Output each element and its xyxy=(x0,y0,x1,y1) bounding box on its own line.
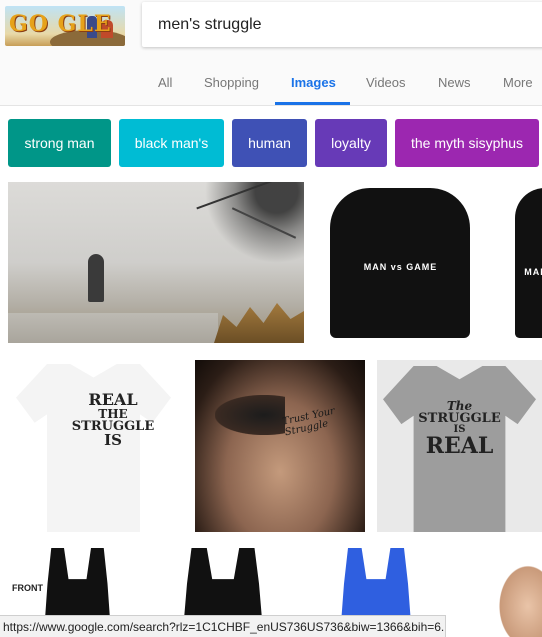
image-tree xyxy=(194,182,304,277)
tee-print-text: The STRUGGLE IS REAL xyxy=(417,400,502,457)
image-road xyxy=(8,313,218,343)
chip-loyalty[interactable]: loyalty xyxy=(315,119,387,167)
image-result-foggy-walker[interactable] xyxy=(8,182,304,343)
chip-black-mans[interactable]: black man's xyxy=(119,119,224,167)
active-tab-indicator xyxy=(275,102,350,105)
tattoo-wing xyxy=(215,395,285,435)
image-result-black-hoodie[interactable]: MAN vs GAME xyxy=(318,182,483,343)
tee-print-line: REAL xyxy=(88,390,138,409)
tee-print-line: IS xyxy=(104,431,122,449)
tank-front-label: FRONT xyxy=(12,583,43,593)
tee-print-line: REAL xyxy=(425,433,494,459)
tab-news[interactable]: News xyxy=(438,75,471,90)
tab-images[interactable]: Images xyxy=(291,75,336,90)
image-person-silhouette xyxy=(88,254,104,302)
tab-all[interactable]: All xyxy=(158,75,172,90)
search-tabs: All Shopping Images Videos News More xyxy=(0,60,542,106)
tab-more[interactable]: More xyxy=(503,75,533,90)
hoodie-print-text: MAN vs GAME xyxy=(363,262,438,272)
tee-print-text: REAL THE STRUGGLE IS xyxy=(68,392,158,448)
image-result-hand-partial[interactable] xyxy=(495,560,542,637)
status-url-bar: https://www.google.com/search?rlz=1C1CHB… xyxy=(0,615,446,637)
search-input[interactable] xyxy=(158,14,538,36)
hoodie-shape xyxy=(515,188,542,338)
image-result-white-tee[interactable]: REAL THE STRUGGLE IS xyxy=(8,360,178,532)
chip-human[interactable]: human xyxy=(232,119,307,167)
tab-shopping[interactable]: Shopping xyxy=(204,75,259,90)
search-header: GO GLE All Shopping Images Videos News M… xyxy=(0,0,542,106)
hoodie-print-text: MAN xyxy=(524,267,542,277)
search-box[interactable] xyxy=(142,2,542,47)
doodle-logo-text: GO GLE xyxy=(9,11,112,37)
image-result-black-hoodie-partial[interactable]: MAN xyxy=(497,182,542,343)
image-grass xyxy=(214,303,304,343)
chip-the-myth-sisyphus[interactable]: the myth sisyphus xyxy=(395,119,539,167)
image-result-chest-tattoo[interactable]: Trust Your Struggle xyxy=(195,360,365,532)
tattoo-script-text: Trust Your Struggle xyxy=(281,405,336,439)
google-doodle-logo[interactable]: GO GLE xyxy=(5,6,125,46)
chip-strong-man[interactable]: strong man xyxy=(8,119,111,167)
tab-videos[interactable]: Videos xyxy=(366,75,406,90)
image-result-grey-tee[interactable]: The STRUGGLE IS REAL xyxy=(377,360,542,532)
